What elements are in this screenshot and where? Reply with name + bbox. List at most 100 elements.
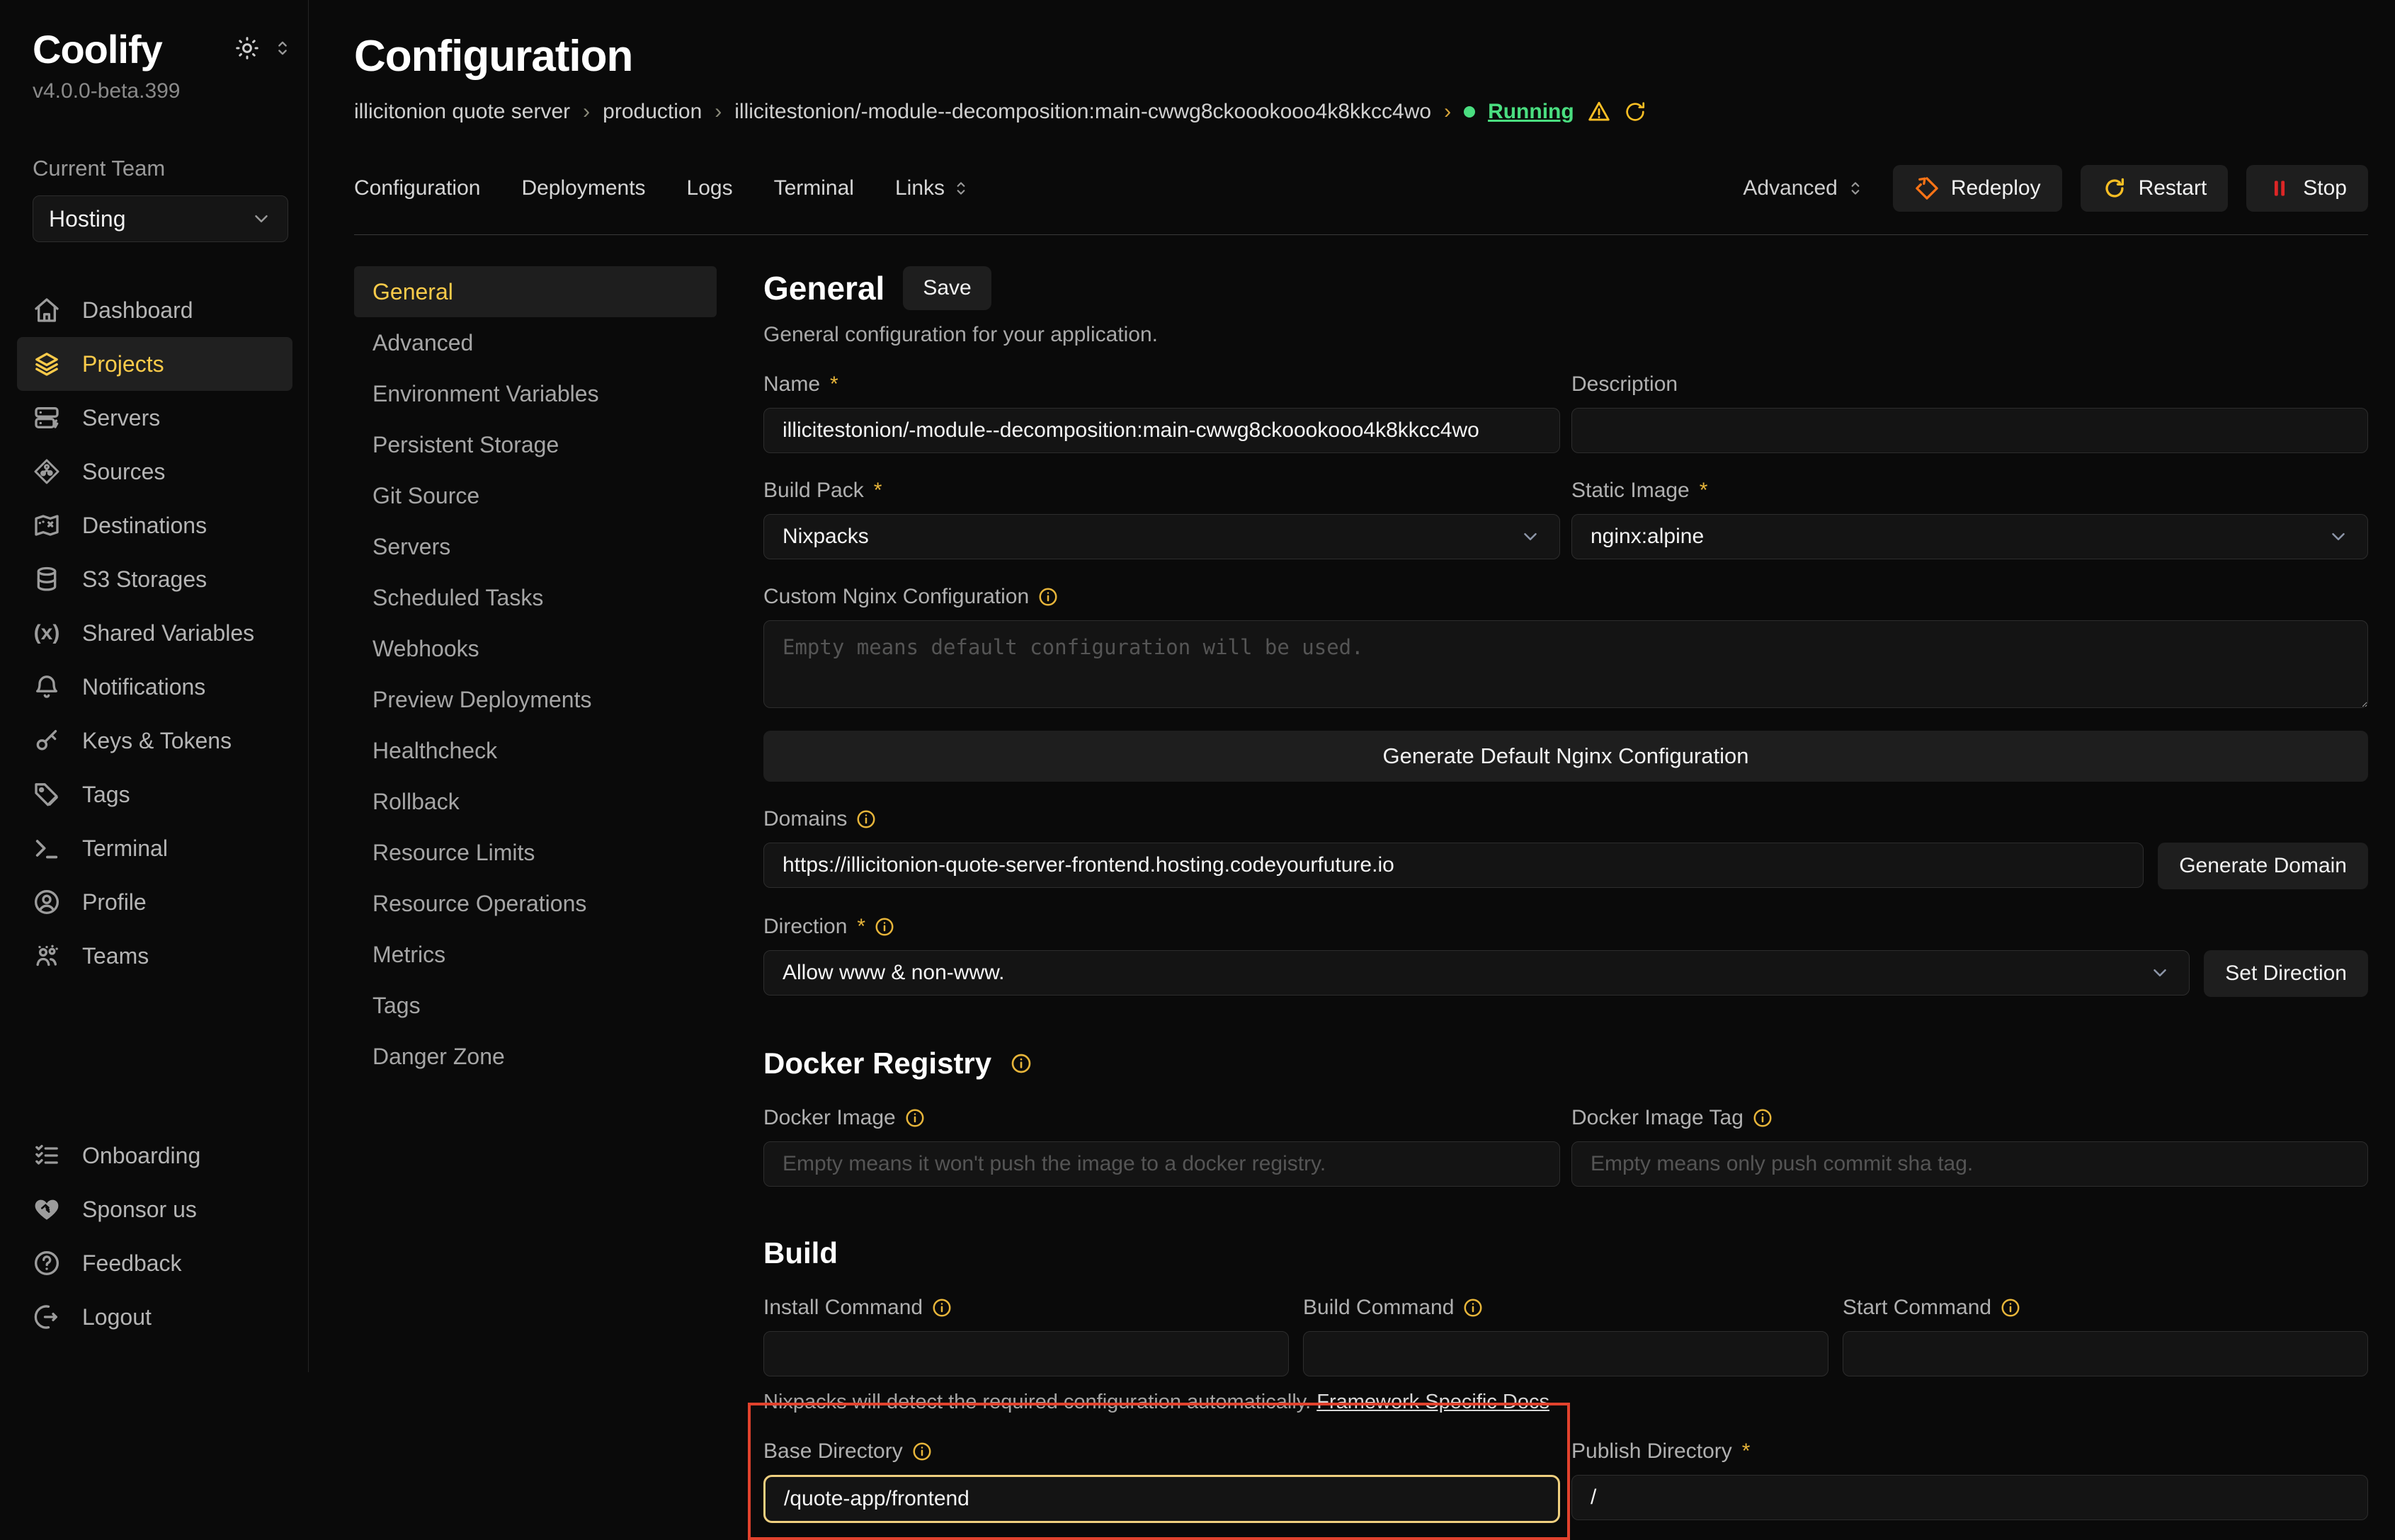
- subnav-rollback[interactable]: Rollback: [354, 776, 717, 827]
- stop-button[interactable]: Stop: [2246, 165, 2368, 212]
- subnav-environment-variables[interactable]: Environment Variables: [354, 368, 717, 419]
- restart-button[interactable]: Restart: [2081, 165, 2229, 212]
- framework-docs-link[interactable]: Framework Specific Docs: [1316, 1391, 1549, 1413]
- key-icon: [33, 726, 61, 755]
- publish-directory-input[interactable]: [1571, 1475, 2368, 1520]
- start-command-input[interactable]: [1843, 1331, 2368, 1376]
- static-image-select[interactable]: nginx:alpine: [1571, 514, 2368, 559]
- subnav-persistent-storage[interactable]: Persistent Storage: [354, 419, 717, 470]
- sidebar-item-profile[interactable]: Profile: [17, 875, 292, 929]
- status-badge[interactable]: Running: [1488, 100, 1574, 124]
- nginx-config-label: Custom Nginx Configuration: [763, 585, 1029, 609]
- tab-logs[interactable]: Logs: [687, 176, 733, 200]
- app-version: v4.0.0-beta.399: [17, 69, 292, 103]
- subnav-webhooks[interactable]: Webhooks: [354, 623, 717, 674]
- install-command-label: Install Command: [763, 1296, 923, 1320]
- layers-icon: [33, 350, 61, 378]
- sidebar-item-keys-tokens[interactable]: Keys & Tokens: [17, 714, 292, 768]
- tab-terminal[interactable]: Terminal: [774, 176, 854, 200]
- sidebar-item-destinations[interactable]: Destinations: [17, 498, 292, 552]
- base-directory-label: Base Directory: [763, 1439, 903, 1464]
- tab-links[interactable]: Links: [895, 176, 970, 200]
- subnav-healthcheck[interactable]: Healthcheck: [354, 725, 717, 776]
- app-logo: Coolify: [33, 30, 162, 69]
- subnav-git-source[interactable]: Git Source: [354, 470, 717, 521]
- nginx-config-textarea[interactable]: [763, 620, 2368, 708]
- stop-icon: [2268, 176, 2292, 200]
- tabs-row: Configuration Deployments Logs Terminal …: [354, 165, 2368, 212]
- refresh-icon[interactable]: [1624, 101, 1646, 123]
- advanced-dropdown[interactable]: Advanced: [1743, 176, 1864, 200]
- theme-switcher-chevrons-icon[interactable]: [273, 38, 292, 58]
- subnav-advanced[interactable]: Advanced: [354, 317, 717, 368]
- breadcrumb-application[interactable]: illicitestonion/-module--decomposition:m…: [734, 100, 1431, 124]
- sidebar: Coolify v4.0.0-beta.399 Current Team Hos…: [0, 0, 309, 1372]
- publish-directory-label: Publish Directory: [1571, 1439, 1732, 1464]
- users-icon: [33, 942, 61, 970]
- sidebar-item-projects[interactable]: Projects: [17, 337, 292, 391]
- subnav-preview-deployments[interactable]: Preview Deployments: [354, 674, 717, 725]
- warning-icon[interactable]: [1587, 100, 1611, 124]
- checklist-icon: [33, 1141, 61, 1170]
- tabs-divider: [354, 234, 2368, 235]
- sidebar-item-label: Projects: [82, 351, 164, 377]
- team-select[interactable]: Hosting: [33, 195, 288, 242]
- sidebar-item-terminal[interactable]: Terminal: [17, 821, 292, 875]
- page-title: Configuration: [354, 31, 2368, 81]
- breadcrumb-project[interactable]: illicitonion quote server: [354, 100, 570, 124]
- install-command-input[interactable]: [763, 1331, 1289, 1376]
- sidebar-item-label: Servers: [82, 405, 160, 431]
- set-direction-button[interactable]: Set Direction: [2204, 950, 2368, 997]
- sidebar-item-sponsor-us[interactable]: Sponsor us: [17, 1182, 292, 1236]
- breadcrumb-environment[interactable]: production: [603, 100, 702, 124]
- build-pack-select[interactable]: Nixpacks: [763, 514, 1560, 559]
- docker-image-label: Docker Image: [763, 1106, 896, 1130]
- subnav-danger-zone[interactable]: Danger Zone: [354, 1031, 717, 1082]
- sidebar-item-feedback[interactable]: Feedback: [17, 1236, 292, 1290]
- sidebar-item-sources[interactable]: Sources: [17, 445, 292, 498]
- docker-image-input[interactable]: [763, 1141, 1560, 1187]
- sidebar-item-onboarding[interactable]: Onboarding: [17, 1129, 292, 1182]
- subnav-scheduled-tasks[interactable]: Scheduled Tasks: [354, 572, 717, 623]
- sidebar-item-label: Sources: [82, 459, 165, 485]
- generate-nginx-button[interactable]: Generate Default Nginx Configuration: [763, 731, 2368, 782]
- redeploy-button[interactable]: Redeploy: [1893, 165, 2062, 212]
- sidebar-item-label: Dashboard: [82, 297, 193, 324]
- docker-image-tag-input[interactable]: [1571, 1141, 2368, 1187]
- build-command-input[interactable]: [1303, 1331, 1828, 1376]
- info-icon: [911, 1441, 933, 1462]
- sidebar-item-teams[interactable]: Teams: [17, 929, 292, 983]
- sidebar-item-label: Keys & Tokens: [82, 728, 232, 754]
- sidebar-item-dashboard[interactable]: Dashboard: [17, 283, 292, 337]
- domains-input[interactable]: [763, 843, 2144, 888]
- description-input[interactable]: [1571, 408, 2368, 453]
- sidebar-item-notifications[interactable]: Notifications: [17, 660, 292, 714]
- sidebar-item-s3-storages[interactable]: S3 Storages: [17, 552, 292, 606]
- tab-deployments[interactable]: Deployments: [521, 176, 645, 200]
- sidebar-item-logout[interactable]: Logout: [17, 1290, 292, 1344]
- base-directory-input[interactable]: [763, 1475, 1560, 1523]
- subnav-general[interactable]: General: [354, 266, 717, 317]
- theme-toggle-sun-icon[interactable]: [234, 35, 260, 61]
- required-asterisk: *: [830, 372, 838, 397]
- required-asterisk: *: [1700, 479, 1708, 503]
- sidebar-item-tags[interactable]: Tags: [17, 768, 292, 821]
- subnav-servers[interactable]: Servers: [354, 521, 717, 572]
- sidebar-item-label: Sponsor us: [82, 1197, 197, 1223]
- subnav-resource-limits[interactable]: Resource Limits: [354, 827, 717, 878]
- sidebar-item-shared-variables[interactable]: (x)Shared Variables: [17, 606, 292, 660]
- subnav-resource-operations[interactable]: Resource Operations: [354, 878, 717, 929]
- tab-configuration[interactable]: Configuration: [354, 176, 480, 200]
- section-title-general: General: [763, 269, 884, 307]
- info-icon: [1010, 1052, 1032, 1075]
- sidebar-item-label: Destinations: [82, 513, 207, 539]
- name-input[interactable]: [763, 408, 1560, 453]
- subnav-tags[interactable]: Tags: [354, 980, 717, 1031]
- save-button[interactable]: Save: [903, 266, 991, 310]
- generate-domain-button[interactable]: Generate Domain: [2158, 843, 2368, 889]
- subnav-metrics[interactable]: Metrics: [354, 929, 717, 980]
- team-select-value: Hosting: [49, 206, 126, 232]
- direction-select[interactable]: Allow www & non-www.: [763, 950, 2190, 996]
- sidebar-item-servers[interactable]: Servers: [17, 391, 292, 445]
- chevron-down-icon: [251, 208, 272, 229]
